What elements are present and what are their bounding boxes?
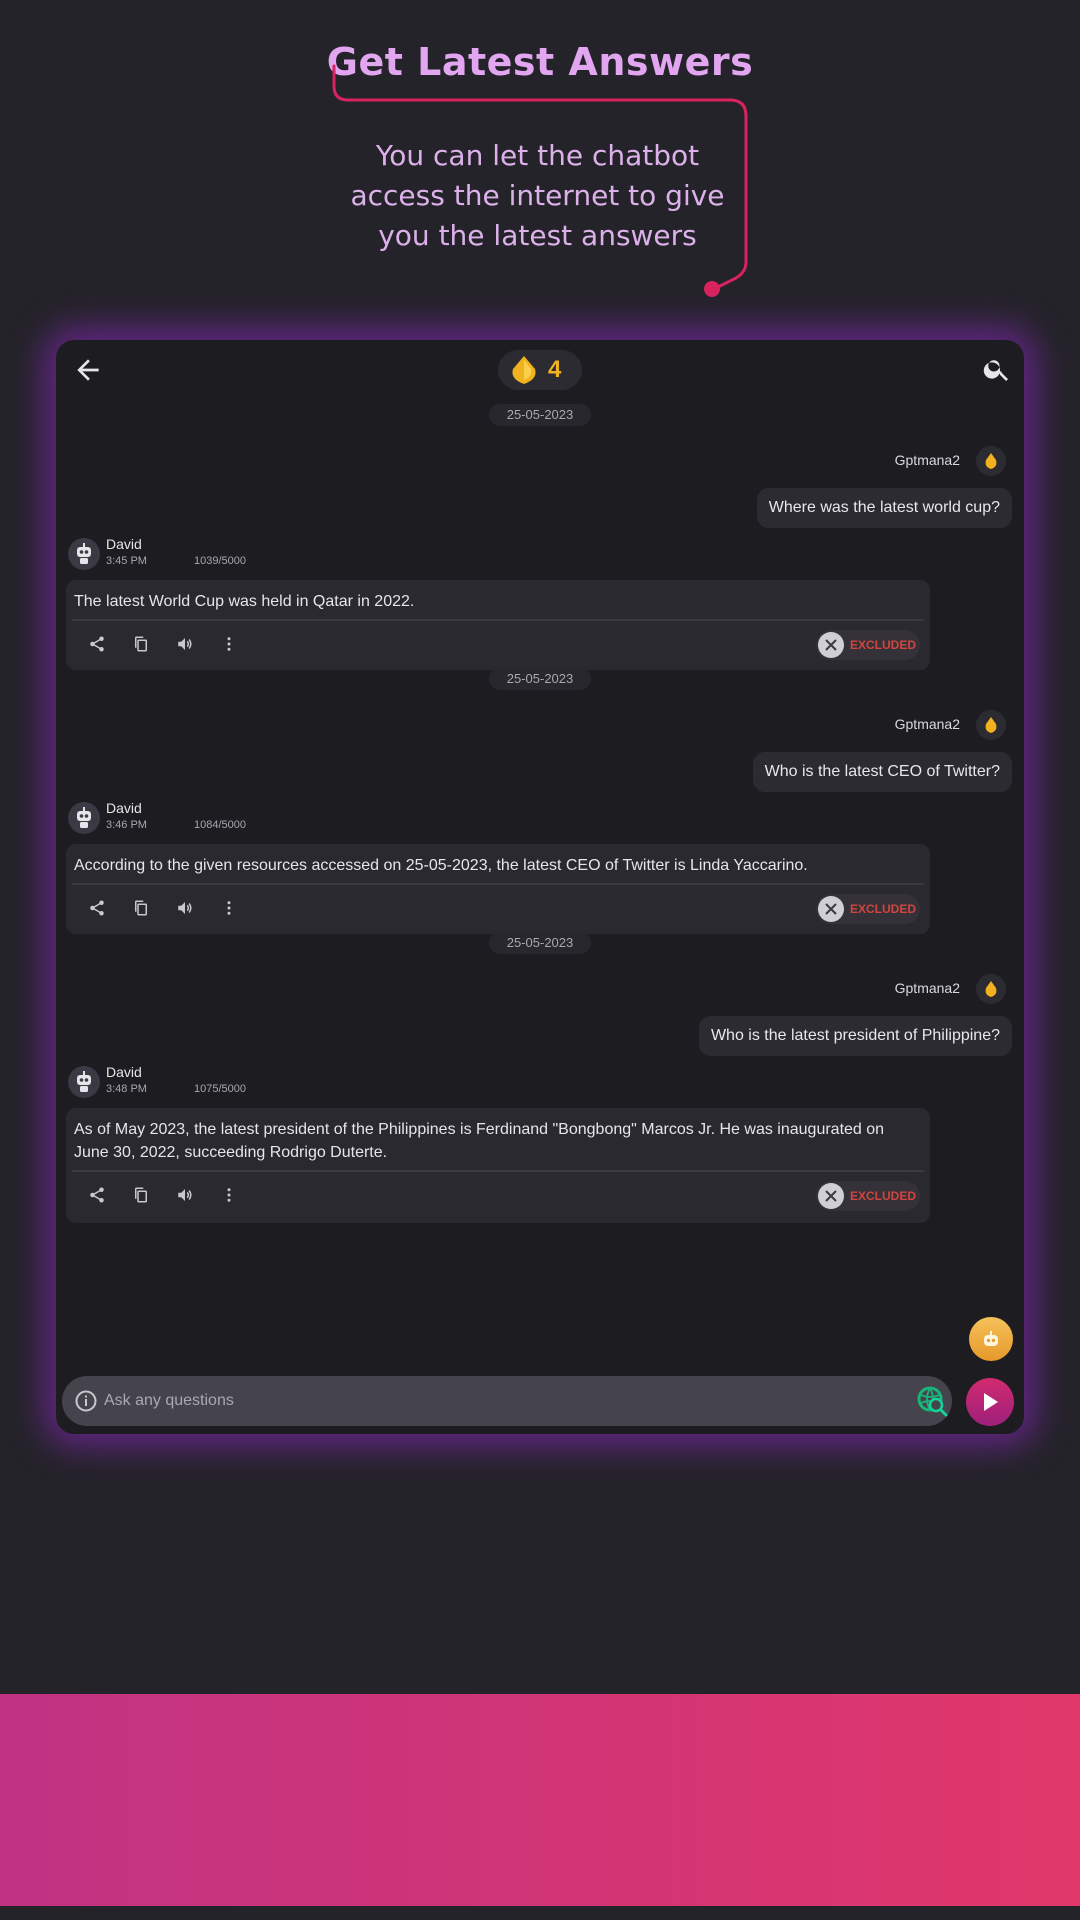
answer-actions: EXCLUDED bbox=[66, 1172, 930, 1220]
ask-input[interactable] bbox=[104, 1376, 884, 1426]
bot-header: David 3:48 PM 1075/5000 bbox=[68, 1064, 468, 1100]
bot-header: David 3:46 PM 1084/5000 bbox=[68, 800, 468, 836]
more-vert-icon[interactable] bbox=[220, 899, 240, 919]
bot-name: David bbox=[106, 536, 142, 552]
bot-name: David bbox=[106, 800, 142, 816]
message-time: 3:48 PM bbox=[106, 1083, 147, 1095]
bot-answer-text: As of May 2023, the latest president of … bbox=[74, 1121, 885, 1161]
user-sender-row: Gptmana2 bbox=[712, 974, 1012, 1004]
robot-avatar-icon bbox=[77, 543, 91, 564]
token-count: 1075/5000 bbox=[194, 1083, 246, 1095]
bot-answer-text: The latest World Cup was held in Qatar i… bbox=[74, 593, 415, 610]
arrow-back-icon[interactable] bbox=[72, 354, 104, 386]
user-name: Gptmana2 bbox=[894, 716, 960, 732]
excluded-toggle[interactable]: EXCLUDED bbox=[816, 630, 920, 660]
speaker-icon[interactable] bbox=[176, 899, 196, 919]
message-time: 3:45 PM bbox=[106, 555, 147, 567]
excluded-label: EXCLUDED bbox=[850, 638, 917, 652]
bot-avatar bbox=[68, 1066, 100, 1098]
date-separator: 25-05-2023 bbox=[489, 404, 591, 426]
close-icon bbox=[818, 1183, 844, 1209]
user-question-bubble[interactable]: Where was the latest world cup? bbox=[756, 488, 1012, 528]
credit-balance[interactable]: 4 bbox=[498, 350, 582, 390]
date-separator: 25-05-2023 bbox=[489, 668, 591, 690]
excluded-toggle[interactable]: EXCLUDED bbox=[816, 1181, 920, 1211]
token-count: 1084/5000 bbox=[194, 819, 246, 831]
bot-answer-card: The latest World Cup was held in Qatar i… bbox=[66, 580, 930, 670]
copy-icon[interactable] bbox=[132, 635, 152, 655]
copy-icon[interactable] bbox=[132, 1186, 152, 1206]
search-icon[interactable] bbox=[982, 354, 1014, 386]
user-name: Gptmana2 bbox=[894, 980, 960, 996]
send-play-icon bbox=[984, 1393, 998, 1411]
more-vert-icon[interactable] bbox=[220, 1186, 240, 1206]
bot-header: David 3:45 PM 1039/5000 bbox=[68, 536, 468, 572]
user-name: Gptmana2 bbox=[894, 452, 960, 468]
message-time: 3:46 PM bbox=[106, 819, 147, 831]
close-icon bbox=[818, 896, 844, 922]
user-question-bubble[interactable]: Who is the latest CEO of Twitter? bbox=[752, 752, 1012, 792]
excluded-toggle[interactable]: EXCLUDED bbox=[816, 894, 920, 924]
more-vert-icon[interactable] bbox=[220, 635, 240, 655]
share-icon[interactable] bbox=[88, 899, 108, 919]
robot-avatar-icon bbox=[77, 807, 91, 828]
speaker-icon[interactable] bbox=[176, 635, 196, 655]
chat-screen: 4 25-05-2023 Gptmana2 Where was the late… bbox=[56, 340, 1024, 1434]
excluded-label: EXCLUDED bbox=[850, 1189, 917, 1203]
user-avatar bbox=[976, 446, 1006, 476]
send-button[interactable] bbox=[966, 1378, 1014, 1426]
gold-drop-icon bbox=[985, 981, 997, 997]
bot-avatar bbox=[68, 538, 100, 570]
composer bbox=[62, 1376, 952, 1426]
answer-actions: EXCLUDED bbox=[66, 885, 930, 933]
answer-actions: EXCLUDED bbox=[66, 621, 930, 669]
robot-icon bbox=[984, 1331, 998, 1346]
top-app-bar: 4 bbox=[56, 340, 1024, 404]
share-icon[interactable] bbox=[88, 635, 108, 655]
bot-assistant-button[interactable] bbox=[969, 1317, 1013, 1361]
speaker-icon[interactable] bbox=[176, 1186, 196, 1206]
date-separator: 25-05-2023 bbox=[489, 932, 591, 954]
bottom-gradient-band bbox=[0, 1694, 1080, 1906]
close-icon bbox=[818, 632, 844, 658]
excluded-label: EXCLUDED bbox=[850, 902, 917, 916]
bot-answer-card: According to the given resources accesse… bbox=[66, 844, 930, 934]
copy-icon[interactable] bbox=[132, 899, 152, 919]
promo-subtitle: You can let the chatbot access the inter… bbox=[350, 139, 725, 252]
user-question-bubble[interactable]: Who is the latest president of Philippin… bbox=[698, 1016, 1012, 1056]
gold-drop-icon bbox=[985, 453, 997, 469]
gold-drop-icon bbox=[985, 717, 997, 733]
gold-drop-icon bbox=[512, 356, 536, 384]
info-icon[interactable] bbox=[74, 1389, 98, 1413]
user-sender-row: Gptmana2 bbox=[712, 710, 1012, 740]
token-count: 1039/5000 bbox=[194, 555, 246, 567]
robot-avatar-icon bbox=[77, 1071, 91, 1092]
bot-answer-text: According to the given resources accesse… bbox=[74, 857, 808, 874]
share-icon[interactable] bbox=[88, 1186, 108, 1206]
bot-name: David bbox=[106, 1064, 142, 1080]
bot-answer-card: As of May 2023, the latest president of … bbox=[66, 1108, 930, 1223]
user-avatar bbox=[976, 710, 1006, 740]
bot-avatar bbox=[68, 802, 100, 834]
credit-count: 4 bbox=[548, 356, 562, 383]
web-search-icon[interactable] bbox=[916, 1385, 948, 1417]
user-sender-row: Gptmana2 bbox=[712, 446, 1012, 476]
user-avatar bbox=[976, 974, 1006, 1004]
